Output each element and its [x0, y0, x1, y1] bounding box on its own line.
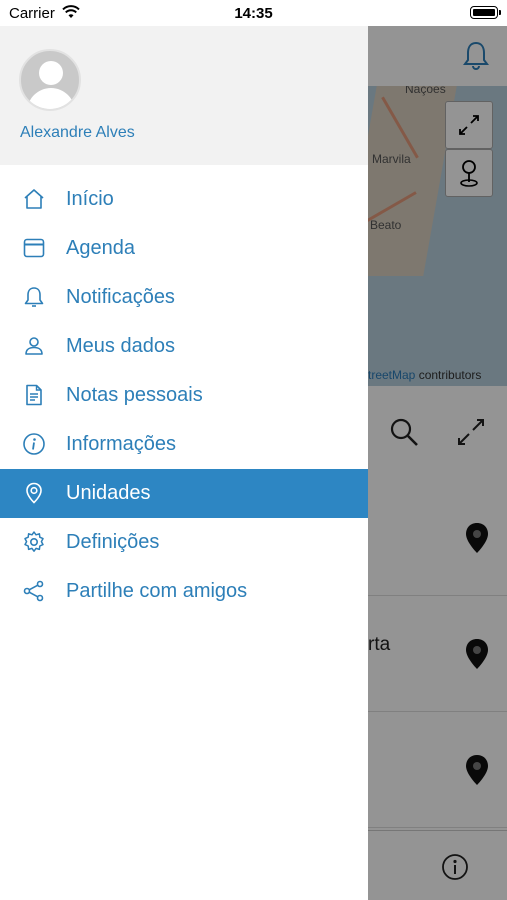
menu-item-notas-pessoais[interactable]: Notas pessoais [0, 371, 368, 420]
document-icon [22, 383, 46, 407]
user-icon [22, 334, 46, 358]
profile-header[interactable]: Alexandre Alves [0, 26, 368, 165]
share-icon [22, 579, 46, 603]
menu-item-inicio[interactable]: Início [0, 175, 368, 224]
menu-item-meus-dados[interactable]: Meus dados [0, 322, 368, 371]
menu-item-label: Agenda [66, 237, 135, 259]
menu-item-agenda[interactable]: Agenda [0, 224, 368, 273]
menu-item-notificacoes[interactable]: Notificações [0, 273, 368, 322]
calendar-icon [22, 236, 46, 260]
info-icon [22, 432, 46, 456]
menu-item-unidades[interactable]: Unidades [0, 469, 368, 518]
menu-item-label: Notificações [66, 286, 175, 308]
menu-item-label: Início [66, 188, 114, 210]
menu-item-definicoes[interactable]: Definições [0, 518, 368, 567]
clock: 14:35 [234, 5, 273, 22]
bell-icon [22, 285, 46, 309]
location-pin-icon [22, 481, 46, 505]
drawer-menu: Início Agenda Notificações Meus dados No… [0, 175, 368, 616]
navigation-drawer: Alexandre Alves Início Agenda Notificaçõ… [0, 26, 368, 900]
avatar-body [27, 88, 75, 109]
menu-item-partilhe[interactable]: Partilhe com amigos [0, 567, 368, 616]
menu-item-label: Unidades [66, 482, 151, 504]
home-icon [22, 187, 46, 211]
gear-icon [22, 530, 46, 554]
menu-item-label: Meus dados [66, 335, 175, 357]
menu-item-informacoes[interactable]: Informações [0, 420, 368, 469]
avatar[interactable] [19, 49, 81, 111]
user-name: Alexandre Alves [20, 124, 135, 141]
menu-item-label: Informações [66, 433, 177, 455]
menu-item-label: Partilhe com amigos [66, 580, 248, 602]
avatar-head [39, 61, 63, 85]
menu-item-label: Notas pessoais [66, 384, 203, 406]
battery-icon [470, 6, 501, 19]
status-bar: Carrier 14:35 [0, 0, 507, 26]
menu-item-label: Definições [66, 531, 160, 553]
